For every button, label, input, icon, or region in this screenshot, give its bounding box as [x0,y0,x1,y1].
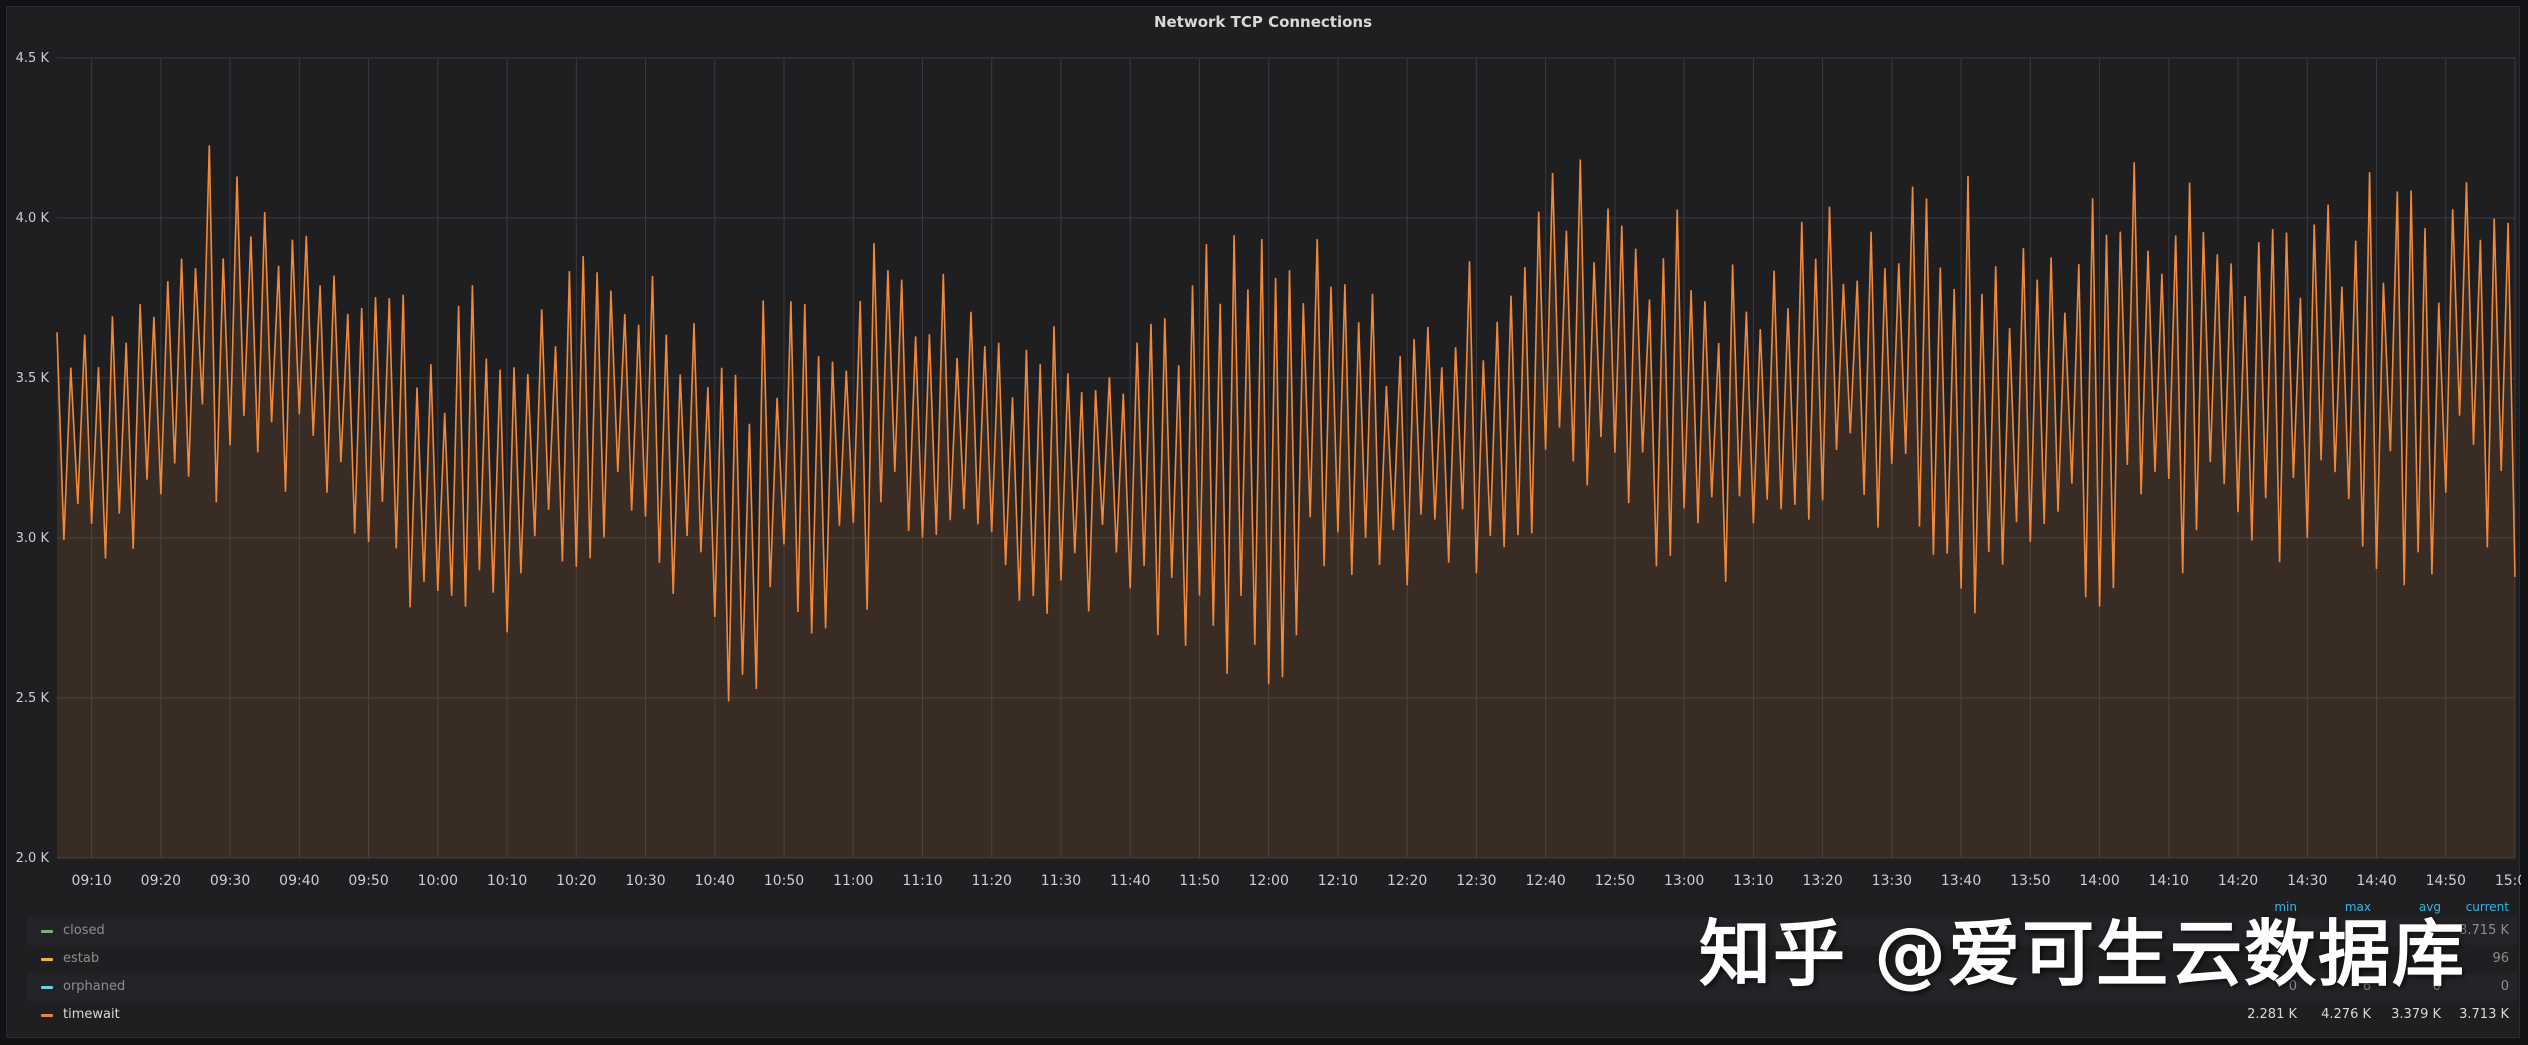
chart-plot: 2.0 K 2.5 K 3.0 K 3.5 K 4.0 K 4.5 K 09:10 09:20… [16,51,2521,889]
legend-current: 3.713 K [2459,1007,2509,1022]
x-tick-label: 12:40 [1525,873,1565,889]
legend-label[interactable]: orphaned [63,979,125,994]
x-tick-label: 10:50 [764,873,804,889]
x-tick-label: 09:50 [348,873,388,889]
x-tick-label: 09:10 [71,873,111,889]
x-tick-label: 10:40 [695,873,735,889]
y-tick-label: 2.5 K [16,691,50,706]
x-tick-label: 10:10 [487,873,527,889]
zhihu-watermark: 知乎 @爱可生云数据库 [1699,912,2467,996]
series-color-swatch[interactable] [41,958,53,961]
series-color-swatch[interactable] [41,930,53,933]
x-tick-label: 11:30 [1041,873,1081,889]
legend-row-timewait[interactable]: timewait 2.281 K 4.276 K 3.379 K 3.713 K [27,1001,2517,1029]
legend-avg: 3.379 K [2391,1007,2441,1022]
x-tick-label: 11:50 [1179,873,1219,889]
x-tick-label: 12:00 [1249,873,1289,889]
x-tick-label: 10:30 [625,873,665,889]
series-color-swatch[interactable] [41,986,53,989]
x-tick-label: 09:20 [141,873,181,889]
x-tick-label: 10:00 [418,873,458,889]
x-tick-label: 12:50 [1595,873,1635,889]
x-tick-label: 14:40 [2356,873,2396,889]
x-tick-label: 11:10 [902,873,942,889]
x-tick-label: 12:10 [1318,873,1358,889]
x-tick-label: 13:50 [2010,873,2050,889]
x-tick-label: 11:00 [833,873,873,889]
y-tick-label: 4.5 K [16,51,50,66]
x-tick-label: 12:30 [1456,873,1496,889]
x-tick-label: 13:00 [1664,873,1704,889]
series-color-swatch[interactable] [41,1014,53,1017]
x-tick-label: 09:40 [279,873,319,889]
x-tick-label: 10:20 [556,873,596,889]
y-tick-label: 2.0 K [16,851,50,866]
y-tick-label: 3.0 K [16,531,50,546]
x-tick-label: 15:00 [2495,873,2521,889]
x-tick-label: 11:20 [972,873,1012,889]
x-tick-label: 12:20 [1387,873,1427,889]
legend-label[interactable]: closed [63,923,105,938]
x-tick-label: 14:50 [2426,873,2466,889]
x-tick-label: 11:40 [1110,873,1150,889]
legend-min: 2.281 K [2247,1007,2297,1022]
y-tick-label: 3.5 K [16,371,50,386]
x-tick-label: 14:00 [2079,873,2119,889]
x-tick-label: 13:20 [1802,873,1842,889]
y-tick-label: 4.0 K [16,211,50,226]
legend-max: 4.276 K [2321,1007,2371,1022]
x-tick-label: 13:30 [1872,873,1912,889]
x-tick-label: 14:30 [2287,873,2327,889]
x-tick-label: 09:30 [210,873,250,889]
x-tick-label: 14:10 [2149,873,2189,889]
chart-panel: Network TCP Connections 2.0 K 2.5 K 3.0 K3… [6,6,2521,1038]
x-tick-label: 13:40 [1941,873,1981,889]
legend-label[interactable]: estab [63,951,99,966]
x-tick-label: 13:10 [1733,873,1773,889]
x-tick-label: 14:20 [2218,873,2258,889]
legend-label[interactable]: timewait [63,1007,120,1022]
